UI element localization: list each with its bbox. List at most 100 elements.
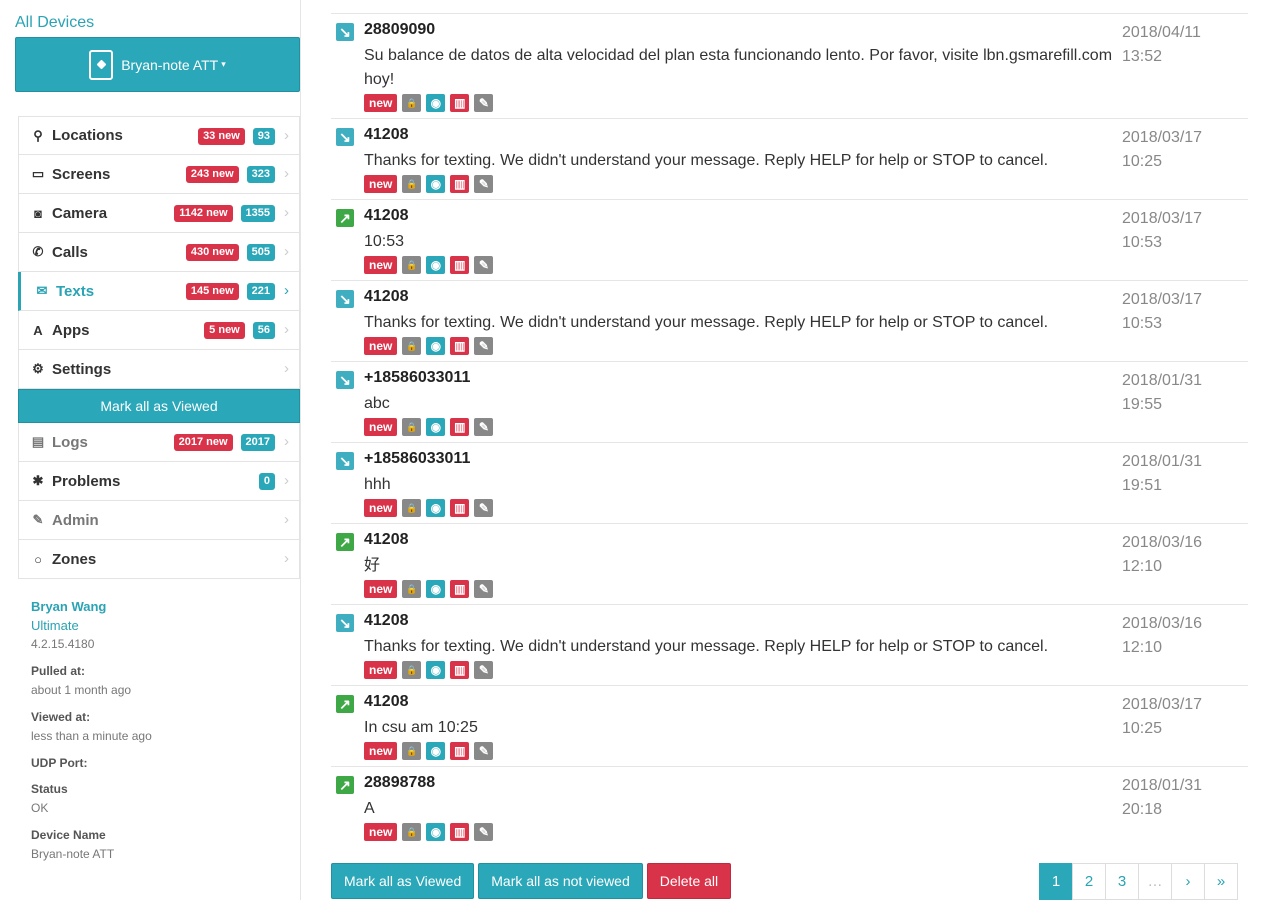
total-count-badge: 2017 xyxy=(240,434,275,451)
new-badge[interactable]: new xyxy=(364,175,398,193)
lock-icon[interactable]: 🔒 xyxy=(402,661,422,679)
status-value: OK xyxy=(31,801,49,815)
message-row[interactable]: ↗ 41208 好 2018/03/16 12:10 new 🔒 ◉ ▥ ✎ xyxy=(331,523,1248,604)
message-row[interactable]: ↘ 41208 Thanks for texting. We didn't unde… xyxy=(331,604,1248,685)
lock-icon[interactable]: 🔒 xyxy=(402,256,422,274)
chevron-right-icon: › xyxy=(284,282,289,299)
pencil-icon[interactable]: ✎ xyxy=(474,94,494,112)
message-date: 2018/03/16 xyxy=(1122,615,1203,632)
page-3-link[interactable]: 3 xyxy=(1105,863,1139,900)
sidebar-item-texts[interactable]: ✉ Texts 145 new 221 › xyxy=(18,272,300,311)
last-page-link[interactable]: » xyxy=(1204,863,1238,900)
lock-icon[interactable]: 🔒 xyxy=(402,418,422,436)
mark-all-viewed-button[interactable]: Mark all as Viewed xyxy=(331,863,475,899)
sidebar-item-badges: 1142 new 1355 xyxy=(174,205,275,222)
lock-icon[interactable]: 🔒 xyxy=(402,580,422,598)
eye-icon[interactable]: ◉ xyxy=(426,418,446,436)
trash-icon[interactable]: ▥ xyxy=(450,175,470,193)
eye-icon[interactable]: ◉ xyxy=(426,742,446,760)
message-row[interactable]: ↗ 41208 In csu am 10:25 2018/03/17 10:25 new 🔒… xyxy=(331,685,1248,766)
pencil-icon[interactable]: ✎ xyxy=(474,661,494,679)
lock-icon[interactable]: 🔒 xyxy=(402,742,422,760)
trash-icon[interactable]: ▥ xyxy=(450,337,470,355)
message-actions: new 🔒 ◉ ▥ ✎ xyxy=(364,661,494,679)
new-badge[interactable]: new xyxy=(364,418,398,436)
trash-icon[interactable]: ▥ xyxy=(450,418,470,436)
sidebar-item-camera[interactable]: ◙ Camera 1142 new 1355 › xyxy=(18,194,300,233)
page-1-link[interactable]: 1 xyxy=(1039,863,1073,900)
pagination: 1 2 3… ›» xyxy=(1039,863,1238,900)
lock-icon[interactable]: 🔒 xyxy=(402,94,422,112)
sidebar-item-zones[interactable]: ○ Zones › xyxy=(18,540,300,579)
trash-icon[interactable]: ▥ xyxy=(450,823,470,841)
all-devices-link[interactable]: All Devices xyxy=(15,14,94,32)
pencil-icon[interactable]: ✎ xyxy=(474,580,494,598)
sidebar-item-badges: 430 new 505 xyxy=(185,244,275,261)
pencil-icon[interactable]: ✎ xyxy=(474,175,494,193)
message-row[interactable]: ↘ +18586033011 abc 2018/01/31 19:55 new 🔒 ◉ ▥ ✎ xyxy=(331,361,1248,442)
lock-icon[interactable]: 🔒 xyxy=(402,823,422,841)
message-time: 12:10 xyxy=(1122,639,1163,656)
sidebar-item-locations[interactable]: ⚲ Locations 33 new 93 › xyxy=(18,116,300,155)
eye-icon[interactable]: ◉ xyxy=(426,661,446,679)
new-badge[interactable]: new xyxy=(364,256,398,274)
sidebar-mark-all-viewed-button[interactable]: Mark all as Viewed xyxy=(18,389,300,423)
trash-icon[interactable]: ▥ xyxy=(450,94,470,112)
pencil-icon[interactable]: ✎ xyxy=(474,337,494,355)
message-actions: new 🔒 ◉ ▥ ✎ xyxy=(364,742,494,760)
lock-icon[interactable]: 🔒 xyxy=(402,175,422,193)
chevron-right-icon: › xyxy=(284,360,289,377)
sidebar-item-admin[interactable]: ✎ Admin › xyxy=(18,501,300,540)
eye-icon[interactable]: ◉ xyxy=(426,580,446,598)
sidebar-item-logs[interactable]: ▤ Logs 2017 new 2017 › xyxy=(18,423,300,462)
new-badge[interactable]: new xyxy=(364,580,398,598)
trash-icon[interactable]: ▥ xyxy=(450,499,470,517)
new-badge[interactable]: new xyxy=(364,823,398,841)
sidebar-item-label: Admin xyxy=(52,511,99,529)
page-2-link[interactable]: 2 xyxy=(1072,863,1106,900)
new-badge[interactable]: new xyxy=(364,499,398,517)
new-count-badge: 243 new xyxy=(185,166,239,183)
new-badge[interactable]: new xyxy=(364,742,398,760)
device-selector-button[interactable]: Bryan-note ATT ▾ xyxy=(15,37,300,92)
eye-icon[interactable]: ◉ xyxy=(426,337,446,355)
message-row[interactable]: ↗ 28898788 A 2018/01/31 20:18 new 🔒 ◉ ▥ ✎ xyxy=(331,766,1248,847)
lock-icon[interactable]: 🔒 xyxy=(402,337,422,355)
lock-icon[interactable]: 🔒 xyxy=(402,499,422,517)
user-name[interactable]: Bryan Wang xyxy=(31,598,291,616)
new-badge[interactable]: new xyxy=(364,94,398,112)
pencil-icon[interactable]: ✎ xyxy=(474,418,494,436)
message-row[interactable]: ↘ 41208 Thanks for texting. We didn't unde… xyxy=(331,118,1248,199)
new-badge[interactable]: new xyxy=(364,661,398,679)
device-name-label: Device Name xyxy=(31,828,106,842)
trash-icon[interactable]: ▥ xyxy=(450,742,470,760)
sidebar-item-apps[interactable]: A Apps 5 new 56 › xyxy=(18,311,300,350)
pencil-icon[interactable]: ✎ xyxy=(474,499,494,517)
eye-icon[interactable]: ◉ xyxy=(426,256,446,274)
eye-icon[interactable]: ◉ xyxy=(426,823,446,841)
trash-icon[interactable]: ▥ xyxy=(450,256,470,274)
eye-icon[interactable]: ◉ xyxy=(426,175,446,193)
message-row[interactable]: ↘ 28809090 Su balance de datos de alta vel… xyxy=(331,13,1248,118)
message-row[interactable]: ↘ 41208 Thanks for texting. We didn't unde… xyxy=(331,280,1248,361)
eye-icon[interactable]: ◉ xyxy=(426,94,446,112)
sidebar-item-calls[interactable]: ✆ Calls 430 new 505 › xyxy=(18,233,300,272)
sidebar-item-settings[interactable]: ⚙ Settings › xyxy=(18,350,300,389)
eye-icon[interactable]: ◉ xyxy=(426,499,446,517)
next-page-link[interactable]: › xyxy=(1171,863,1205,900)
mark-all-not-viewed-button[interactable]: Mark all as not viewed xyxy=(478,863,643,899)
sidebar-item-screens[interactable]: ▭ Screens 243 new 323 › xyxy=(18,155,300,194)
message-timestamp: 2018/03/16 12:10 xyxy=(1122,612,1202,660)
trash-icon[interactable]: ▥ xyxy=(450,661,470,679)
message-row[interactable]: ↘ +18586033011 hhh 2018/01/31 19:51 new 🔒 ◉ ▥ ✎ xyxy=(331,442,1248,523)
delete-all-button[interactable]: Delete all xyxy=(646,863,732,899)
pencil-icon[interactable]: ✎ xyxy=(474,256,494,274)
new-badge[interactable]: new xyxy=(364,337,398,355)
sidebar-item-problems[interactable]: ✱ Problems 0 › xyxy=(18,462,300,501)
pencil-icon[interactable]: ✎ xyxy=(474,742,494,760)
pencil-icon[interactable]: ✎ xyxy=(474,823,494,841)
sidebar-item-label: Problems xyxy=(52,472,121,490)
trash-icon[interactable]: ▥ xyxy=(450,580,470,598)
plan-name[interactable]: Ultimate xyxy=(31,616,291,635)
message-row[interactable]: ↗ 41208 10:53 2018/03/17 10:53 new 🔒 ◉ ▥ ✎ xyxy=(331,199,1248,280)
